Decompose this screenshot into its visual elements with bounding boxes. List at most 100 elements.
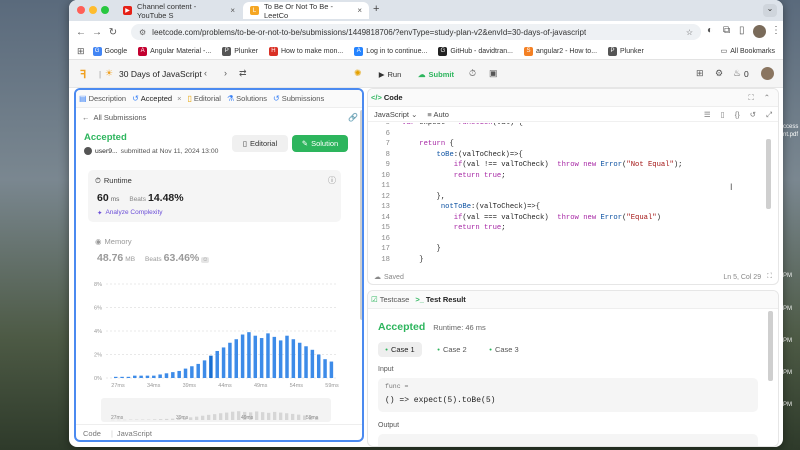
close-tab-icon[interactable]: × <box>177 94 181 103</box>
leetcode-logo[interactable]: ꟻ <box>80 68 86 81</box>
code-line[interactable]: 13 notToBe:(valToCheck)=>{ <box>368 203 778 214</box>
bookmark-icon[interactable]: ▯ <box>721 110 725 119</box>
bookmark-item[interactable]: H How to make mon... <box>268 46 343 56</box>
browser-menu-icon[interactable]: ⋮ <box>771 25 781 36</box>
case-1-tab[interactable]: • Case 1 <box>378 342 422 357</box>
scrollbar[interactable] <box>360 110 362 320</box>
bookmark-item[interactable]: P Plunker <box>608 46 644 56</box>
memory-chip-icon: ◉ <box>95 237 102 246</box>
share-link-icon[interactable]: 🔗 <box>348 113 358 122</box>
close-window-button[interactable] <box>77 6 85 14</box>
code-area[interactable]: 5 var expect = function(val) {6 7 return {… <box>368 123 778 263</box>
side-panel-icon[interactable]: ▯ <box>739 25 745 36</box>
collapse-icon[interactable]: ⌃ <box>764 93 770 102</box>
minimize-window-button[interactable] <box>89 6 97 14</box>
layout-grid-icon[interactable]: ⊞ <box>696 68 704 79</box>
url-bar[interactable]: ⚙ leetcode.com/problems/to-be-or-not-to-… <box>131 24 701 40</box>
timer-icon[interactable]: ⏱ <box>469 68 476 79</box>
settings-gear-icon[interactable]: ⚙ <box>715 68 723 79</box>
code-line[interactable]: 6 <box>368 130 778 141</box>
runtime-distribution-chart[interactable]: 8% 6% 4% 2% 0% 27ms 34ms 39ms 44ms 49ms 54ms 59ms <box>84 278 346 418</box>
code-line[interactable]: 12 }, <box>368 193 778 204</box>
bookmark-item[interactable]: Sangular2 - How to... <box>523 46 597 56</box>
desktop-file-label[interactable]: ccess <box>783 124 798 130</box>
all-submissions-link[interactable]: ← All Submissions <box>82 113 146 122</box>
bookmark-item[interactable]: A Log in to continue... <box>354 46 427 56</box>
notes-icon[interactable]: ▣ <box>489 68 498 79</box>
line-number: 5 <box>385 123 390 127</box>
code-line[interactable]: 15 return true; <box>368 224 778 235</box>
runtime-card[interactable]: ⏱ Runtime ⓘ 60 ms Beats 14.48% ✦ Analyze C… <box>88 170 341 222</box>
user-avatar[interactable] <box>761 67 774 80</box>
language-select[interactable]: JavaScript ⌄ <box>374 110 417 119</box>
tab-code[interactable]: </> Code <box>371 93 403 102</box>
code-line[interactable]: 11 <box>368 182 778 193</box>
site-info-icon[interactable]: ⚙ <box>139 28 146 37</box>
next-problem-icon[interactable]: › <box>224 68 227 78</box>
browser-tab-youtube[interactable]: ▶ Channel content - YouTube S × <box>116 2 242 20</box>
tab-test-result[interactable]: >_ Test Result <box>415 295 465 304</box>
tab-accepted[interactable]: ↺ Accepted × <box>132 94 181 103</box>
user-avatar[interactable] <box>84 147 92 155</box>
apps-grid-icon[interactable]: ⊞ <box>77 46 85 57</box>
code-line[interactable]: 16 <box>368 235 778 246</box>
streak-flame-icon[interactable]: ♨ <box>733 68 741 79</box>
reload-icon[interactable]: ↻ <box>105 27 121 38</box>
study-plan-title[interactable]: 30 Days of JavaScript <box>119 69 202 79</box>
code-line[interactable]: 18 } <box>368 256 778 264</box>
username[interactable]: user9... <box>95 148 118 155</box>
maximize-icon[interactable]: ⛶ <box>767 273 772 281</box>
editorial-button[interactable]: ▯ Editorial <box>232 135 288 152</box>
extension-icon[interactable]: ◐ <box>707 25 713 36</box>
maximize-window-button[interactable] <box>101 6 109 14</box>
code-line[interactable]: 7 return { <box>368 140 778 151</box>
code-line[interactable]: 14 if(val === valToCheck) throw new Erro… <box>368 214 778 225</box>
fullscreen-icon[interactable]: ⤢ <box>766 110 772 120</box>
all-bookmarks-button[interactable]: ▭ All Bookmarks <box>721 47 775 56</box>
premium-icon[interactable]: ✺ <box>354 68 362 79</box>
bookmark-item[interactable]: G Google <box>92 46 127 56</box>
analyze-complexity-link[interactable]: ✦ Analyze Complexity <box>97 209 163 217</box>
runtime-mini-chart[interactable]: 27ms 39ms 49ms 59ms <box>101 398 331 422</box>
memory-header[interactable]: ◉ Memory <box>95 237 132 246</box>
format-list-icon[interactable]: ☰ <box>704 110 711 119</box>
browser-tab-leetcode[interactable]: L To Be Or Not To Be - LeetCo × <box>243 2 369 20</box>
close-tab-icon[interactable]: × <box>230 6 235 15</box>
tab-submissions[interactable]: ↺ Submissions <box>273 94 324 103</box>
new-tab-button[interactable]: + <box>373 3 379 15</box>
profile-avatar[interactable] <box>753 25 766 38</box>
run-button[interactable]: ▶ Run <box>371 66 409 82</box>
code-line[interactable]: 9 if(val !== valToCheck) throw new Error… <box>368 161 778 172</box>
auto-format-toggle[interactable]: ≡ Auto <box>427 110 448 119</box>
reset-icon[interactable]: ↺ <box>750 110 756 119</box>
tab-search-icon[interactable]: ⌄ <box>763 4 777 17</box>
maximize-icon[interactable]: ⛶ <box>748 93 753 103</box>
bookmark-item[interactable]: A Angular Material -... <box>138 46 211 56</box>
editor-scrollbar[interactable] <box>766 139 771 209</box>
forward-icon[interactable]: → <box>89 27 105 38</box>
memory-value[interactable]: 48.76 MB Beats 63.46% ☺ <box>97 252 210 264</box>
submit-button[interactable]: ☁ Submit <box>414 66 458 82</box>
bookmark-item[interactable]: P Plunker <box>222 46 258 56</box>
solution-button[interactable]: ✎ Solution <box>292 135 348 152</box>
tab-solutions[interactable]: ⚗ Solutions <box>227 94 267 103</box>
code-line[interactable]: 8 toBe:(valToCheck)=>{ <box>368 151 778 162</box>
tab-testcase[interactable]: ☑ Testcase <box>371 295 409 304</box>
close-tab-icon[interactable]: × <box>357 6 362 15</box>
back-icon[interactable]: ← <box>73 27 89 38</box>
case-3-tab[interactable]: • Case 3 <box>482 342 526 357</box>
code-line[interactable]: 10 return true; <box>368 172 778 183</box>
bookmark-item[interactable]: G GitHub - davidtran... <box>438 46 513 56</box>
bookmark-star-icon[interactable]: ☆ <box>686 28 693 37</box>
case-2-tab[interactable]: • Case 2 <box>430 342 474 357</box>
braces-icon[interactable]: {} <box>735 110 740 119</box>
prev-problem-icon[interactable]: ‹ <box>204 68 207 78</box>
info-icon[interactable]: ⓘ <box>328 175 336 186</box>
shuffle-icon[interactable]: ⇄ <box>239 68 247 79</box>
tab-editorial[interactable]: ▯ Editorial <box>187 94 221 103</box>
code-line[interactable]: 17 } <box>368 245 778 256</box>
tab-description[interactable]: ▤ Description <box>79 94 126 103</box>
result-scrollbar[interactable] <box>768 311 773 381</box>
extensions-icon[interactable]: ⧉ <box>723 25 730 36</box>
desktop-file-label[interactable]: nt.pdf <box>783 132 798 138</box>
